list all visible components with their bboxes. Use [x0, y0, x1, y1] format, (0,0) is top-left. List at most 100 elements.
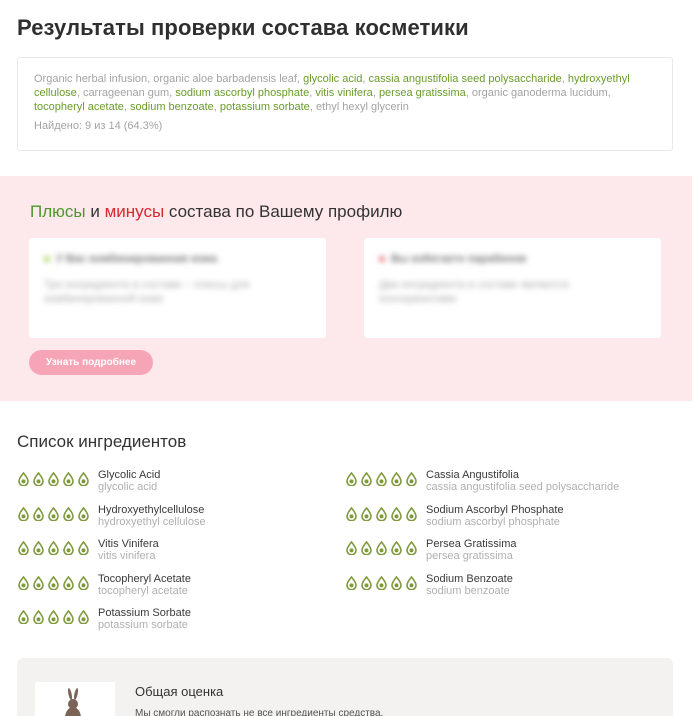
drop-icon — [390, 507, 403, 521]
ingredient-name: Persea Gratissima — [426, 538, 517, 550]
composition-ingredient: sodium benzoate — [130, 101, 214, 113]
ingredient-inci: hydroxyethyl cellulose — [98, 516, 206, 528]
composition-ingredient: potassium sorbate — [219, 101, 310, 113]
drop-icon — [32, 576, 45, 590]
overall-rating-box: Общая оценка Мы смогли распознать не все… — [17, 658, 673, 716]
ingredient-item[interactable]: Cassia Angustifolia cassia angustifolia s… — [345, 469, 665, 499]
composition-ingredient: glycolic acid — [303, 73, 363, 85]
composition-ingredient: carrageenan gum — [82, 87, 170, 99]
and-label: и — [85, 202, 105, 221]
cons-card-heading: Вы избегаете парабенов — [391, 253, 527, 265]
page-title: Результаты проверки состава косметики — [17, 15, 469, 40]
drop-icon — [77, 541, 90, 555]
ingredient-name: Vitis Vinifera — [98, 538, 159, 550]
drop-icon — [32, 507, 45, 521]
drop-icon — [405, 541, 418, 555]
ingredient-inci: potassium sorbate — [98, 619, 188, 631]
cons-label: минусы — [104, 202, 165, 221]
pros-card: У Вас комбинированная кожа Три ингредиен… — [29, 238, 326, 338]
ingredient-inci: cassia angustifolia seed polysaccharide — [426, 481, 620, 493]
cons-card-body: Два ингредиента в составе являются консе… — [379, 279, 569, 305]
composition-ingredient: sodium ascorbyl phosphate — [175, 87, 310, 99]
separator: , — [607, 87, 611, 99]
drop-icon — [32, 610, 45, 624]
drop-icon — [47, 576, 60, 590]
ingredient-name: Sodium Benzoate — [426, 573, 513, 585]
ingredient-item[interactable]: Sodium Ascorbyl Phosphate sodium ascorbyl… — [345, 504, 665, 534]
pros-card-body: Три ингредиента в составе – плюсы для ко… — [44, 279, 250, 305]
drop-icon — [32, 541, 45, 555]
learn-more-button[interactable]: Узнать подробнее — [29, 350, 153, 375]
ingredient-name: Sodium Ascorbyl Phosphate — [426, 504, 564, 516]
drop-icon — [360, 472, 373, 486]
composition-ingredient: cassia angustifolia seed polysaccharide — [368, 73, 562, 85]
drop-icon — [62, 541, 75, 555]
ingredient-item[interactable]: Vitis Vinifera vitis vinifera — [17, 538, 337, 568]
drop-icon — [345, 472, 358, 486]
drop-icon — [375, 472, 388, 486]
found-count: Найдено: 9 из 14 (64.3%) — [34, 120, 163, 132]
drop-icon — [47, 541, 60, 555]
rating-drops — [345, 472, 418, 486]
ingredient-inci: vitis vinifera — [98, 550, 156, 562]
composition-ingredient: ethyl hexyl glycerin — [315, 101, 409, 113]
rating-drops — [345, 507, 418, 521]
drop-icon — [17, 576, 30, 590]
composition-ingredient: vitis vinifera — [315, 87, 373, 99]
drop-icon — [375, 576, 388, 590]
ingredient-item[interactable]: Hydroxyethylcellulose hydroxyethyl cellul… — [17, 504, 337, 534]
title-rest: состава по Вашему профилю — [164, 202, 403, 221]
ingredient-item[interactable]: Tocopheryl Acetate tocopheryl acetate — [17, 573, 337, 603]
ingredient-item[interactable]: Sodium Benzoate sodium benzoate — [345, 573, 665, 603]
drop-icon — [62, 576, 75, 590]
ingredient-name: Hydroxyethylcellulose — [98, 504, 205, 516]
drop-icon — [405, 576, 418, 590]
overall-title: Общая оценка — [135, 684, 224, 699]
pros-card-heading-row: У Вас комбинированная кожа — [44, 253, 311, 265]
drop-icon — [375, 541, 388, 555]
rating-drops — [345, 541, 418, 555]
drop-icon — [47, 507, 60, 521]
ingredient-name: Tocopheryl Acetate — [98, 573, 191, 585]
cons-card-heading-row: Вы избегаете парабенов — [379, 253, 646, 265]
pros-card-heading: У Вас комбинированная кожа — [56, 253, 218, 265]
drop-icon — [360, 541, 373, 555]
drop-icon — [345, 507, 358, 521]
ingredient-item[interactable]: Glycolic Acid glycolic acid — [17, 469, 337, 499]
rating-drops — [17, 576, 90, 590]
ingredient-name: Potassium Sorbate — [98, 607, 191, 619]
drop-icon — [345, 541, 358, 555]
drop-icon — [17, 507, 30, 521]
overall-text: Мы смогли распознать не все ингредиенты … — [135, 708, 384, 716]
drop-icon — [47, 472, 60, 486]
drop-icon — [77, 507, 90, 521]
pros-cons-section: Плюсы и минусы состава по Вашему профилю… — [0, 176, 692, 401]
ingredient-inci: sodium ascorbyl phosphate — [426, 516, 560, 528]
drop-icon — [405, 472, 418, 486]
drop-icon — [390, 576, 403, 590]
hare-logo-icon — [35, 682, 115, 716]
rating-drops — [17, 507, 90, 521]
pros-dot-icon — [44, 256, 50, 262]
ingredient-inci: sodium benzoate — [426, 585, 510, 597]
ingredient-name: Glycolic Acid — [98, 469, 161, 481]
ingredient-item[interactable]: Potassium Sorbate potassium sorbate — [17, 607, 337, 637]
composition-ingredient: tocopheryl acetate — [34, 101, 124, 113]
rating-drops — [345, 576, 418, 590]
drop-icon — [360, 507, 373, 521]
rating-drops — [17, 610, 90, 624]
rating-drops — [17, 541, 90, 555]
cons-card: Вы избегаете парабенов Два ингредиента в… — [364, 238, 661, 338]
composition-ingredient: Organic herbal infusion — [34, 73, 148, 85]
ingredients-title: Список ингредиентов — [17, 432, 187, 451]
composition-box: Organic herbal infusion, organic aloe ba… — [17, 57, 673, 151]
ingredient-item[interactable]: Persea Gratissima persea gratissima — [345, 538, 665, 568]
drop-icon — [77, 472, 90, 486]
drop-icon — [77, 576, 90, 590]
composition-ingredient: organic ganoderma lucidum — [471, 87, 608, 99]
drop-icon — [62, 472, 75, 486]
pros-cons-title: Плюсы и минусы состава по Вашему профилю — [30, 202, 402, 222]
ingredient-inci: glycolic acid — [98, 481, 158, 493]
drop-icon — [77, 610, 90, 624]
composition-ingredient: organic aloe barbadensis leaf — [153, 73, 297, 85]
